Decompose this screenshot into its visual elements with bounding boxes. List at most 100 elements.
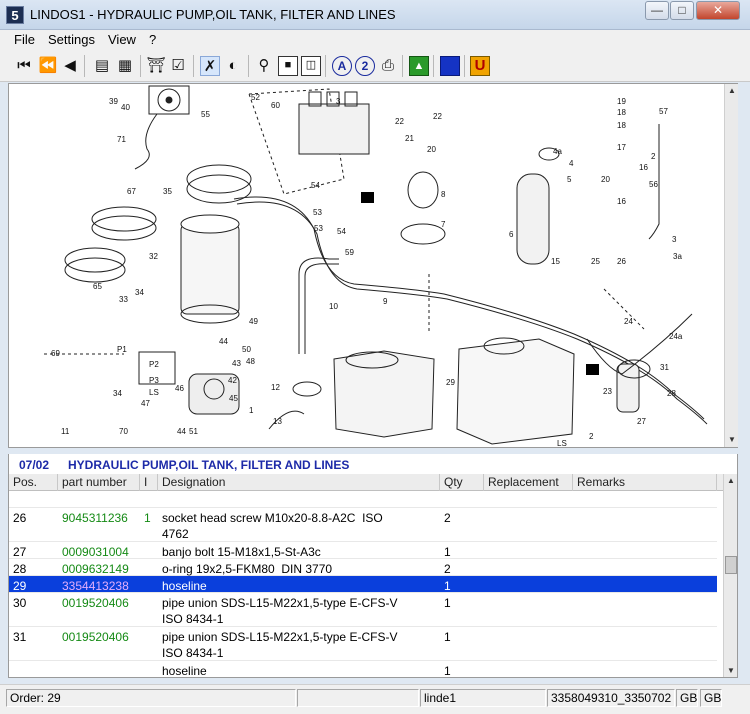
callout-label[interactable]: 3a xyxy=(673,252,682,261)
callout-label[interactable]: 3 xyxy=(336,97,341,106)
callout-label[interactable]: LS xyxy=(149,388,159,397)
callout-label[interactable]: 22 xyxy=(433,112,442,121)
callout-label[interactable]: 6 xyxy=(509,230,514,239)
header-replacement[interactable]: Replacement xyxy=(484,474,573,491)
callout-label[interactable]: 35 xyxy=(163,187,172,196)
callout-label[interactable]: 10 xyxy=(329,302,338,311)
callout-label[interactable]: 70 xyxy=(119,427,128,436)
callout-label[interactable]: P1 xyxy=(117,345,127,354)
maximize-button[interactable]: □ xyxy=(670,1,694,20)
zoom-icon[interactable]: ⚲ xyxy=(254,56,274,76)
callout-label[interactable]: 20 xyxy=(427,145,436,154)
header-remarks[interactable]: Remarks xyxy=(573,474,717,491)
callout-label[interactable]: 26 xyxy=(617,257,626,266)
callout-label[interactable]: 2 xyxy=(651,152,656,161)
close-button[interactable]: ✕ xyxy=(696,1,740,20)
callout-label[interactable]: 46 xyxy=(175,384,184,393)
scroll-down-icon[interactable]: ▼ xyxy=(725,433,739,447)
callout-label[interactable]: 23 xyxy=(603,387,612,396)
callout-label[interactable]: 48 xyxy=(246,357,255,366)
callout-label[interactable]: 33 xyxy=(119,295,128,304)
callout-label[interactable]: 15 xyxy=(551,257,560,266)
callout-label[interactable]: 7 xyxy=(441,220,446,229)
callout-label[interactable]: 39 xyxy=(109,97,118,106)
callout-label[interactable]: 31 xyxy=(660,363,669,372)
callout-label[interactable]: 5 xyxy=(567,175,572,184)
callout-label[interactable]: 34 xyxy=(135,288,144,297)
callout-label[interactable]: 13 xyxy=(273,417,282,426)
callout-label[interactable]: 57 xyxy=(659,107,668,116)
callout-label[interactable]: 1 xyxy=(249,406,254,415)
callout-label[interactable]: 71 xyxy=(117,135,126,144)
scroll-down-icon[interactable]: ▼ xyxy=(724,664,737,677)
callout-label[interactable]: 25 xyxy=(591,257,600,266)
callout-label[interactable]: 43 xyxy=(232,359,241,368)
search-2-icon[interactable]: 2 xyxy=(355,56,375,76)
table-row[interactable]: 28 0009632149 o-ring 19x2,5-FKM80 DIN 3770… xyxy=(9,559,717,576)
callout-label[interactable]: 54 xyxy=(311,181,320,190)
scroll-thumb[interactable] xyxy=(725,556,737,574)
callout-label[interactable]: 24a xyxy=(669,332,683,341)
callout-label[interactable]: 56 xyxy=(649,180,658,189)
callout-label[interactable]: LS xyxy=(557,439,567,447)
exploded-view-drawing[interactable]: 39 40 71 55 52 60 3 22 21 22 20 19 18 18 57 17 16 2 20 56 16… xyxy=(8,83,738,448)
callout-label[interactable]: 59 xyxy=(345,248,354,257)
callout-label[interactable]: 60 xyxy=(271,101,280,110)
callout-label[interactable]: 4a xyxy=(553,147,562,156)
callout-label[interactable]: 24 xyxy=(624,317,633,326)
first-icon[interactable]: ⏮ xyxy=(14,56,34,76)
callout-label[interactable]: 17 xyxy=(617,143,626,152)
color-icon[interactable] xyxy=(440,56,460,76)
callout-label[interactable]: 16 xyxy=(639,163,648,172)
callout-label[interactable]: 20 xyxy=(601,175,610,184)
u-icon[interactable]: U xyxy=(470,56,490,76)
scroll-up-icon[interactable]: ▲ xyxy=(724,474,737,488)
callout-label[interactable]: 32 xyxy=(149,252,158,261)
tools-icon[interactable]: ◐ xyxy=(223,56,243,76)
callout-label[interactable]: 42 xyxy=(228,376,237,385)
menu-settings[interactable]: Settings xyxy=(48,32,95,47)
drawing-vertical-scrollbar[interactable]: ▲ ▼ xyxy=(724,84,738,447)
table-row[interactable]: 31 0019520406 pipe union SDS-L15-M22x1,5-t… xyxy=(9,627,717,661)
callout-label[interactable]: 19 xyxy=(617,97,626,106)
callout-label[interactable]: 18 xyxy=(617,108,626,117)
table-row[interactable]: hoseline 1 xyxy=(9,661,717,677)
callout-label[interactable]: 51 xyxy=(189,427,198,436)
callout-label[interactable]: 69 xyxy=(51,349,60,358)
header-part-number[interactable]: part number xyxy=(58,474,140,491)
minimize-button[interactable]: — xyxy=(645,1,669,20)
callout-label[interactable]: 47 xyxy=(141,399,150,408)
callout-label[interactable]: 27 xyxy=(637,417,646,426)
page-icon[interactable]: ■ xyxy=(278,56,298,76)
callout-label[interactable]: 16 xyxy=(617,197,626,206)
callout-label[interactable]: 52 xyxy=(251,93,260,102)
callout-label[interactable]: 12 xyxy=(271,383,280,392)
callout-label[interactable]: 44 xyxy=(177,427,186,436)
table-vertical-scrollbar[interactable]: ▲ ▼ xyxy=(723,474,737,677)
header-designation[interactable]: Designation xyxy=(158,474,440,491)
callout-label[interactable]: 44 xyxy=(219,337,228,346)
callout-label[interactable]: 49 xyxy=(249,317,258,326)
previous-page-icon[interactable]: ⏪ xyxy=(38,56,58,76)
table-row[interactable]: 4017 xyxy=(9,491,717,508)
export-icon[interactable]: ▲ xyxy=(409,56,429,76)
mark-icon[interactable]: ✗ xyxy=(200,56,220,76)
header-pos[interactable]: Pos. xyxy=(9,474,58,491)
callout-label[interactable]: 53 xyxy=(314,224,323,233)
callout-label[interactable]: 8 xyxy=(441,190,446,199)
callout-label[interactable]: P3 xyxy=(149,376,159,385)
callout-label[interactable]: 65 xyxy=(93,282,102,291)
callout-label[interactable]: 67 xyxy=(127,187,136,196)
search-a-icon[interactable]: A xyxy=(332,56,352,76)
callout-label[interactable]: 54 xyxy=(337,227,346,236)
scroll-up-icon[interactable]: ▲ xyxy=(725,84,739,98)
callout-label[interactable]: 4 xyxy=(569,159,574,168)
header-i[interactable]: I xyxy=(140,474,158,491)
order-icon[interactable]: ☑ xyxy=(168,56,188,76)
highlighted-callout-box[interactable] xyxy=(586,364,599,375)
table-row[interactable]: 26 9045311236 1 socket head screw M10x20-8.… xyxy=(9,508,717,542)
callout-label[interactable]: 29 xyxy=(446,378,455,387)
parts-list-icon[interactable]: ▦ xyxy=(115,56,135,76)
callout-label[interactable]: 18 xyxy=(617,121,626,130)
callout-label[interactable]: 21 xyxy=(405,134,414,143)
